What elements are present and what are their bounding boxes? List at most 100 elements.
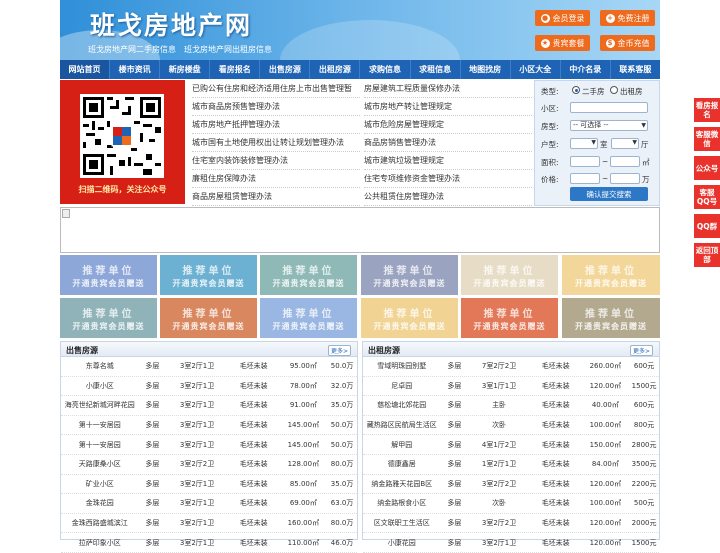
nav-item-communities[interactable]: 小区大全 [511, 60, 561, 79]
table-row[interactable]: 区文联职工生活区 多层 3室2厅2卫 毛坯未装 120.00㎡ 2000元 [363, 514, 659, 534]
table-row[interactable]: 小康小区 多层 3室2厅1卫 毛坯未装 78.00㎡ 32.0万 [61, 377, 357, 397]
nav-item-home[interactable]: 网站首页 [60, 60, 111, 79]
table-row[interactable]: 金珠花园 多层 3室2厅1卫 毛坯未装 69.00㎡ 63.0万 [61, 494, 357, 514]
news-item[interactable]: 公共租赁住房管理办法 [364, 188, 532, 206]
listing-community[interactable]: 第十一安居园 [61, 420, 138, 430]
header-link-rent[interactable]: 班戈房地产网出租房信息 [184, 44, 272, 55]
promo-tile[interactable]: 推荐单位 开通贵宾会员赠送 [562, 255, 660, 295]
listing-community[interactable]: 矿业小区 [61, 479, 138, 489]
news-item[interactable]: 城市危险房屋管理规定 [364, 116, 532, 134]
news-item[interactable]: 住宅专项维修资金管理办法 [364, 170, 532, 188]
promo-tile[interactable]: 推荐单位 开通贵宾会员赠送 [562, 298, 660, 338]
news-item[interactable]: 城市国有土地使用权出让转让规划管理办法 [192, 134, 360, 152]
community-input[interactable] [570, 102, 648, 113]
table-row[interactable]: 第十一安居园 多层 3室2厅1卫 毛坯未装 145.00㎡ 50.0万 [61, 416, 357, 436]
table-row[interactable]: 矿业小区 多层 3室2厅1卫 毛坯未装 85.00㎡ 35.0万 [61, 475, 357, 495]
nav-item-agents[interactable]: 中介名录 [561, 60, 611, 79]
listing-community[interactable]: 区文联职工生活区 [363, 518, 440, 528]
sidebar-wechat-button[interactable]: 客服微信 [694, 127, 720, 151]
header-link-sale[interactable]: 班戈房地产网二手房信息 [88, 44, 176, 55]
table-row[interactable]: 海亮世纪新城河畔花园 多层 3室2厅1卫 毛坯未装 91.00㎡ 35.0万 [61, 396, 357, 416]
nav-item-news[interactable]: 楼市资讯 [110, 60, 161, 79]
table-row[interactable]: 小康花园 多层 3室2厅1卫 毛坯未装 120.00㎡ 1500元 [363, 533, 659, 553]
listing-community[interactable]: 藏热路区民航局生活区 [363, 420, 440, 430]
promo-tile[interactable]: 推荐单位 开通贵宾会员赠送 [361, 255, 458, 295]
search-submit-button[interactable]: 确认提交搜索 [570, 187, 648, 201]
sidebar-viewing-signup-button[interactable]: 看房报名 [694, 98, 720, 122]
listing-community[interactable]: 金珠花园 [61, 498, 138, 508]
listing-community[interactable]: 解甲园 [363, 440, 440, 450]
table-row[interactable]: 德康鑫居 多层 1室2厅1卫 毛坯未装 84.00㎡ 3500元 [363, 455, 659, 475]
promo-tile[interactable]: 推荐单位 开通贵宾会员赠送 [60, 255, 157, 295]
news-item[interactable]: 房屋建筑工程质量保修办法 [364, 80, 532, 98]
news-item[interactable]: 城市房地产抵押管理办法 [192, 116, 360, 134]
area-max-input[interactable] [610, 156, 640, 167]
table-row[interactable]: 第十一安居园 多层 3室2厅1卫 毛坯未装 145.00㎡ 50.0万 [61, 435, 357, 455]
vip-package-button[interactable]: ★ 贵宾套餐 [535, 35, 590, 51]
type-radio-rent[interactable] [610, 86, 618, 94]
news-item[interactable]: 城市房地产转让管理规定 [364, 98, 532, 116]
listing-community[interactable]: 第十一安居园 [61, 440, 138, 450]
table-row[interactable]: 尼卓园 多层 3室1厅1卫 毛坯未装 120.00㎡ 1500元 [363, 377, 659, 397]
promo-tile[interactable]: 推荐单位 开通贵宾会员赠送 [260, 298, 357, 338]
nav-item-sale[interactable]: 出售房源 [260, 60, 311, 79]
promo-tile[interactable]: 推荐单位 开通贵宾会员赠送 [160, 255, 257, 295]
news-item[interactable]: 住宅室内装饰装修管理办法 [192, 152, 360, 170]
table-row[interactable]: 纳金路雅天花园B区 多层 3室2厅2卫 毛坯未装 120.00㎡ 2200元 [363, 475, 659, 495]
news-item[interactable]: 商品房销售管理办法 [364, 134, 532, 152]
sidebar-qq-group-button[interactable]: QQ群 [694, 214, 720, 238]
listing-community[interactable]: 纳金路根食小区 [363, 498, 440, 508]
sidebar-qq-button[interactable]: 客服QQ号 [694, 185, 720, 209]
promo-tile[interactable]: 推荐单位 开通贵宾会员赠送 [461, 255, 558, 295]
price-max-input[interactable] [610, 173, 640, 184]
promo-tile[interactable]: 推荐单位 开通贵宾会员赠送 [461, 298, 558, 338]
promo-tile[interactable]: 推荐单位 开通贵宾会员赠送 [160, 298, 257, 338]
house-type-select[interactable]: -- 可选择 -- ▼ [570, 120, 648, 131]
table-row[interactable]: 天路康桑小区 多层 3室2厅2卫 毛坯未装 128.00㎡ 80.0万 [61, 455, 357, 475]
listing-community[interactable]: 拉萨印象小区 [61, 538, 138, 548]
nav-item-new-homes[interactable]: 新房楼盘 [160, 60, 211, 79]
listing-community[interactable]: 雪域明珠园别墅 [363, 361, 440, 371]
listing-community[interactable]: 东尊名城 [61, 361, 138, 371]
site-logo-title[interactable]: 班戈房地产网 [90, 6, 252, 42]
listing-community[interactable]: 纳金路雅天花园B区 [363, 479, 440, 489]
banner-image[interactable] [60, 207, 660, 253]
listing-community[interactable]: 慈松塘北郊花园 [363, 400, 440, 410]
sale-more-button[interactable]: 更多> [327, 345, 351, 356]
listing-community[interactable]: 尼卓园 [363, 381, 440, 391]
news-item[interactable]: 城市建筑垃圾管理规定 [364, 152, 532, 170]
news-item[interactable]: 商品房屋租赁管理办法 [192, 188, 360, 206]
price-min-input[interactable] [570, 173, 600, 184]
news-item[interactable]: 城市商品房预售管理办法 [192, 98, 360, 116]
listing-community[interactable]: 海亮世纪新城河畔花园 [61, 400, 138, 410]
news-item[interactable]: 已购公有住房和经济适用住房上市出售管理暂 [192, 80, 360, 98]
promo-tile[interactable]: 推荐单位 开通贵宾会员赠送 [60, 298, 157, 338]
listing-community[interactable]: 天路康桑小区 [61, 459, 138, 469]
listing-community[interactable]: 金珠西路盛城滨江 [61, 518, 138, 528]
nav-item-viewing[interactable]: 看房报名 [210, 60, 261, 79]
news-item[interactable]: 廉租住房保障办法 [192, 170, 360, 188]
sidebar-official-account-button[interactable]: 公众号 [694, 156, 720, 180]
hall-select[interactable]: ▼ [611, 138, 639, 149]
table-row[interactable]: 藏热路区民航局生活区 多层 次卧 毛坯未装 100.00㎡ 800元 [363, 416, 659, 436]
nav-item-rent[interactable]: 出租房源 [310, 60, 361, 79]
register-button[interactable]: + 免费注册 [600, 10, 655, 26]
table-row[interactable]: 解甲园 多层 4室1厅2卫 毛坯未装 150.00㎡ 2800元 [363, 435, 659, 455]
nav-item-support[interactable]: 联系客服 [611, 60, 660, 79]
table-row[interactable]: 拉萨印象小区 多层 3室2厅1卫 毛坯未装 110.00㎡ 46.0万 [61, 533, 357, 553]
listing-community[interactable]: 小康花园 [363, 538, 440, 548]
table-row[interactable]: 东尊名城 多层 3室2厅1卫 毛坯未装 95.00㎡ 50.0万 [61, 357, 357, 377]
nav-item-map[interactable]: 地图找房 [461, 60, 511, 79]
coin-recharge-button[interactable]: $ 金币充值 [600, 35, 655, 51]
nav-item-wanted-rent[interactable]: 求租信息 [411, 60, 461, 79]
area-min-input[interactable] [570, 156, 600, 167]
table-row[interactable]: 金珠西路盛城滨江 多层 3室2厅1卫 毛坯未装 160.00㎡ 80.0万 [61, 514, 357, 534]
promo-tile[interactable]: 推荐单位 开通贵宾会员赠送 [361, 298, 458, 338]
table-row[interactable]: 雪域明珠园别墅 多层 7室2厅2卫 毛坯未装 260.00㎡ 600元 [363, 357, 659, 377]
promo-tile[interactable]: 推荐单位 开通贵宾会员赠送 [260, 255, 357, 295]
login-button[interactable]: ● 会员登录 [535, 10, 590, 26]
table-row[interactable]: 慈松塘北郊花园 多层 主卧 毛坯未装 40.00㎡ 600元 [363, 396, 659, 416]
table-row[interactable]: 纳金路根食小区 多层 次卧 毛坯未装 100.00㎡ 500元 [363, 494, 659, 514]
room-select[interactable]: ▼ [570, 138, 598, 149]
rent-more-button[interactable]: 更多> [629, 345, 653, 356]
